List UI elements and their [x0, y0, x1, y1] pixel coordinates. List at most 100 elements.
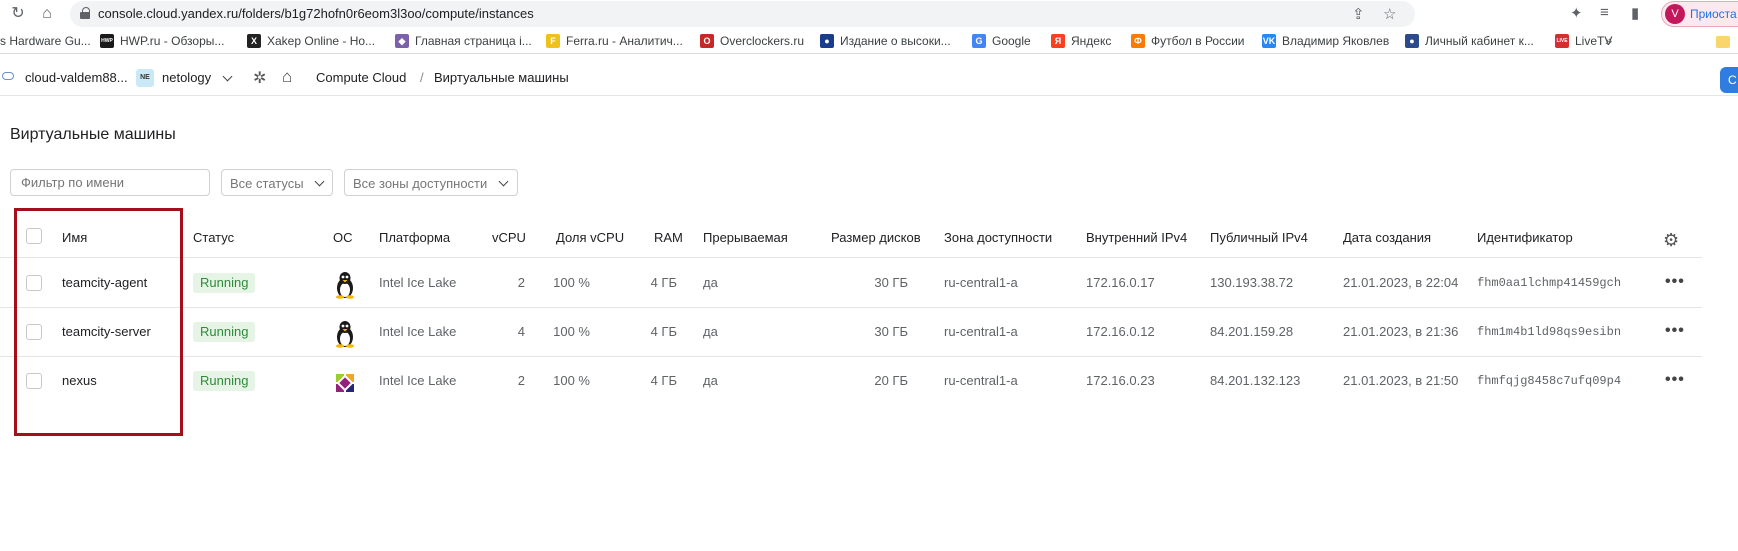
- bookmark-label: Ferra.ru - Аналитич...: [566, 34, 683, 48]
- bookmark-favicon-icon: Ф: [1131, 34, 1145, 48]
- bookmark-favicon-icon: LIVE: [1555, 34, 1569, 48]
- column-internal-ip[interactable]: Внутренний IPv4: [1086, 230, 1187, 245]
- breadcrumb-separator: /: [420, 70, 424, 85]
- lock-icon[interactable]: [80, 7, 90, 19]
- bookmark-favicon-icon: HWP: [100, 34, 114, 48]
- bookmark-item[interactable]: HWP HWP.ru - Обзоры...: [100, 34, 224, 48]
- share-icon[interactable]: ⇪: [1352, 5, 1365, 23]
- row-actions-menu-icon[interactable]: •••: [1665, 273, 1685, 291]
- bookmark-label: HWP.ru - Обзоры...: [120, 34, 225, 48]
- status-filter-select[interactable]: Все статусы: [221, 169, 333, 196]
- row-id: fhm0aa1lchmp41459gch: [1477, 276, 1622, 290]
- reload-icon[interactable]: ↻: [8, 4, 28, 24]
- url-text[interactable]: console.cloud.yandex.ru/folders/b1g72hof…: [98, 6, 534, 21]
- bookmark-favicon-icon: VK: [1262, 34, 1276, 48]
- services-icon[interactable]: ✲: [253, 68, 266, 88]
- bookmark-item[interactable]: VK Владимир Яковлев: [1262, 34, 1389, 48]
- bookmark-item[interactable]: LIVE LiveTV: [1555, 34, 1612, 48]
- table-row[interactable]: Running teamcity-server Intel Ice Lake 4 100…: [0, 308, 1702, 357]
- linux-tux-icon: [333, 320, 357, 348]
- bookmark-label: Футбол в России: [1151, 34, 1245, 48]
- row-disk-size: 20 ГБ: [874, 373, 908, 388]
- bookmark-item[interactable]: s Hardware Gu...: [0, 34, 91, 48]
- column-id[interactable]: Идентификатор: [1477, 230, 1573, 245]
- media-control-icon[interactable]: ≡: [1600, 4, 1609, 21]
- column-public-ip[interactable]: Публичный IPv4: [1210, 230, 1308, 245]
- column-platform[interactable]: Платформа: [379, 230, 450, 245]
- bookmark-item[interactable]: G Google: [972, 34, 1031, 48]
- bookmark-label: Личный кабинет к...: [1425, 34, 1534, 48]
- row-platform: Intel Ice Lake: [379, 275, 457, 290]
- row-vcpu-share: 100 %: [553, 324, 590, 339]
- row-ram: 4 ГБ: [650, 324, 677, 339]
- annotation-highlight-frame: [14, 208, 183, 436]
- column-zone[interactable]: Зона доступности: [944, 230, 1052, 245]
- bookmark-favicon-icon: G: [972, 34, 986, 48]
- table-row[interactable]: Running nexus Intel Ice Lake 2 100 % 4 ГБ да 20…: [0, 357, 1702, 406]
- row-actions-menu-icon[interactable]: •••: [1665, 322, 1685, 340]
- bookmark-item[interactable]: Ф Футбол в России: [1131, 34, 1245, 48]
- create-button[interactable]: С: [1720, 67, 1738, 93]
- row-actions-menu-icon[interactable]: •••: [1665, 371, 1685, 389]
- chevron-down-icon: [314, 176, 325, 187]
- column-created[interactable]: Дата создания: [1343, 230, 1431, 245]
- bookmark-item[interactable]: ● Личный кабинет к...: [1405, 34, 1534, 48]
- breadcrumb-section: Виртуальные машины: [434, 70, 569, 85]
- bookmark-label: Google: [992, 34, 1031, 48]
- breadcrumb-service[interactable]: Compute Cloud: [316, 70, 406, 85]
- column-vcpu[interactable]: vCPU: [492, 230, 526, 245]
- column-status[interactable]: Статус: [193, 230, 234, 245]
- bookmark-item[interactable]: F Ferra.ru - Аналитич...: [546, 34, 683, 48]
- bookmarks-overflow-chevron-icon[interactable]: »: [1605, 33, 1612, 48]
- folder-selector[interactable]: netology: [162, 70, 211, 85]
- row-public-ip: 84.201.132.123: [1210, 373, 1301, 388]
- zone-filter-select[interactable]: Все зоны доступности: [344, 169, 518, 196]
- bookmark-item[interactable]: ◆ Главная страница i...: [395, 34, 532, 48]
- side-panel-icon[interactable]: ▮: [1631, 4, 1639, 22]
- row-id: fhmfqjg8458c7ufq09p4: [1477, 374, 1622, 388]
- table-row[interactable]: Running teamcity-agent Intel Ice Lake 2 100 …: [0, 259, 1702, 308]
- profile-button[interactable]: V Приоста: [1661, 1, 1738, 27]
- centos-icon: [333, 369, 357, 397]
- table-settings-gear-icon[interactable]: ⚙: [1663, 230, 1679, 251]
- row-vcpu: 4: [517, 324, 525, 339]
- column-disk-size[interactable]: Размер дисков: [831, 230, 921, 245]
- linux-tux-icon: [333, 271, 357, 299]
- column-vcpu-share[interactable]: Доля vCPU: [556, 230, 624, 245]
- folder-chevron-down-icon[interactable]: [222, 71, 233, 82]
- row-vcpu: 2: [517, 275, 525, 290]
- bookmarks-folder-icon[interactable]: [1716, 36, 1730, 48]
- bookmark-item[interactable]: ● Издание о высоки...: [820, 34, 951, 48]
- row-ram: 4 ГБ: [650, 373, 677, 388]
- bookmark-favicon-icon: ◆: [395, 34, 409, 48]
- row-platform: Intel Ice Lake: [379, 324, 457, 339]
- home-icon[interactable]: ⌂: [282, 67, 292, 87]
- row-id: fhm1m4b1ld98qs9esibn: [1477, 325, 1622, 339]
- browser-toolbar: ↻ ⌂ console.cloud.yandex.ru/folders/b1g7…: [0, 0, 1738, 28]
- cloud-selector[interactable]: cloud-valdem88...: [25, 70, 128, 85]
- bookmark-label: Xakep Online - Но...: [267, 34, 376, 48]
- column-preemptible[interactable]: Прерываемая: [703, 230, 788, 245]
- status-badge: Running: [193, 273, 256, 293]
- row-disk-size: 30 ГБ: [874, 275, 908, 290]
- status-badge: Running: [193, 322, 256, 342]
- column-ram[interactable]: RAM: [654, 230, 683, 245]
- row-platform: Intel Ice Lake: [379, 373, 457, 388]
- row-zone: ru-central1-a: [944, 373, 1018, 388]
- row-public-ip: 84.201.159.28: [1210, 324, 1294, 339]
- name-filter-input[interactable]: [10, 169, 210, 196]
- row-zone: ru-central1-a: [944, 275, 1018, 290]
- column-os[interactable]: ОС: [333, 230, 353, 245]
- bookmark-label: Издание о высоки...: [840, 34, 951, 48]
- home-icon[interactable]: ⌂: [37, 4, 57, 24]
- bookmark-favicon-icon: ●: [820, 34, 834, 48]
- address-bar[interactable]: console.cloud.yandex.ru/folders/b1g72hof…: [70, 1, 1415, 27]
- bookmark-favicon-icon: F: [546, 34, 560, 48]
- bookmark-star-icon[interactable]: ☆: [1383, 5, 1396, 23]
- row-vcpu-share: 100 %: [553, 373, 590, 388]
- bookmark-item[interactable]: Я Яндекс: [1051, 34, 1111, 48]
- row-disk-size: 30 ГБ: [874, 324, 908, 339]
- bookmark-item[interactable]: X Xakep Online - Но...: [247, 34, 375, 48]
- bookmark-item[interactable]: O Overclockers.ru: [700, 34, 804, 48]
- extensions-puzzle-icon[interactable]: ✦: [1570, 4, 1583, 22]
